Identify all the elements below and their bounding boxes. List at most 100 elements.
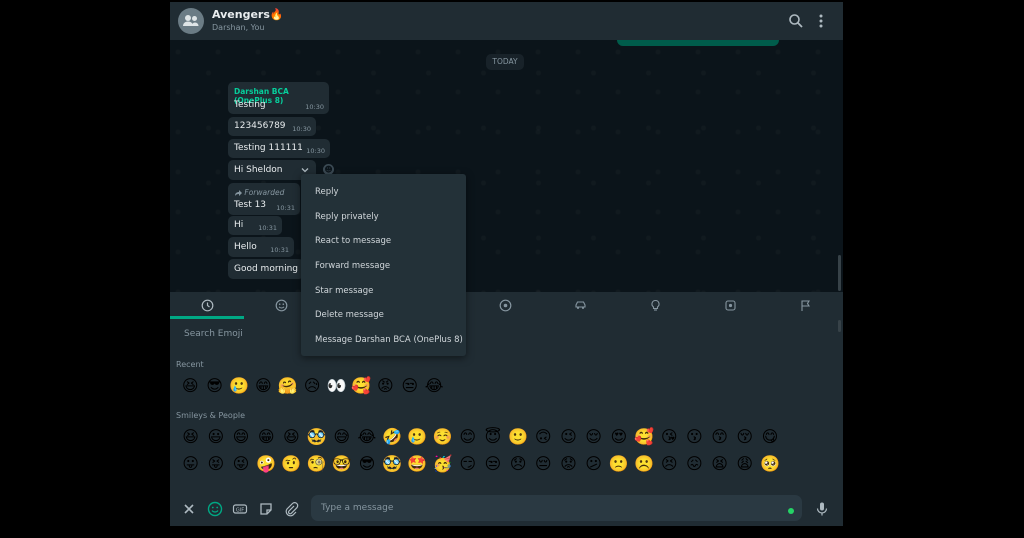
emoji-item[interactable]: 😊 <box>455 427 480 447</box>
emoji-item[interactable]: 😛 <box>178 454 203 474</box>
emoji-item[interactable]: 🥲 <box>405 427 430 447</box>
emoji-item[interactable]: 😖 <box>682 454 707 474</box>
emoji-item[interactable]: 😫 <box>707 454 732 474</box>
emoji-item[interactable]: 😣 <box>657 454 682 474</box>
emoji-item[interactable]: 🥰 <box>631 427 656 447</box>
chat-header[interactable]: Avengers🔥 Darshan, You <box>170 2 843 40</box>
emoji-item[interactable]: 😔 <box>531 454 556 474</box>
close-icon[interactable] <box>181 501 197 517</box>
attach-icon[interactable] <box>283 501 299 517</box>
emoji-item[interactable]: 😎 <box>354 454 379 474</box>
emoji-item[interactable]: 😄 <box>228 427 253 447</box>
emoji-item[interactable]: 😚 <box>732 427 757 447</box>
menu-item-delete[interactable]: Delete message <box>301 303 466 328</box>
emoji-item[interactable]: ☹️ <box>631 454 656 474</box>
emoji-item[interactable]: 😡 <box>373 376 397 396</box>
message-bubble[interactable]: Testing 111111 10:30 <box>228 139 330 158</box>
emoji-item[interactable]: 😁 <box>251 376 275 396</box>
emoji-item[interactable]: 😝 <box>203 454 228 474</box>
emoji-item[interactable]: 😕 <box>581 454 606 474</box>
emoji-item[interactable]: 😂 <box>354 427 379 447</box>
menu-item-forward[interactable]: Forward message <box>301 254 466 279</box>
menu-dots-icon[interactable] <box>815 13 827 29</box>
emoji-item[interactable]: 🤩 <box>405 454 430 474</box>
emoji-item[interactable]: 🤗 <box>276 376 300 396</box>
emoji-item[interactable]: 😍 <box>606 427 631 447</box>
emoji-item[interactable]: 😥 <box>300 376 324 396</box>
emoji-item[interactable]: 😆 <box>178 427 203 447</box>
tab-activity[interactable] <box>468 292 542 318</box>
emoji-item[interactable]: 🥲 <box>227 376 251 396</box>
emoji-item[interactable]: 🥺 <box>757 454 782 474</box>
emoji-item[interactable]: 🤪 <box>254 454 279 474</box>
emoji-item[interactable]: 🥳 <box>430 454 455 474</box>
car-icon <box>574 300 586 309</box>
message-bubble[interactable]: Hi 10:31 <box>228 216 282 235</box>
message-input[interactable]: Type a message <box>311 495 802 521</box>
message-bubble[interactable]: 123456789 10:30 <box>228 117 316 136</box>
emoji-item[interactable]: 🙃 <box>531 427 556 447</box>
message-bubble[interactable]: Hello 10:31 <box>228 237 294 257</box>
chat-scrollbar[interactable] <box>838 255 841 291</box>
emoji-item[interactable]: 😇 <box>480 427 505 447</box>
emoji-item[interactable]: 😆 <box>279 427 304 447</box>
message-bubble[interactable]: Darshan BCA (OnePlus 8) Testing 10:30 <box>228 82 329 114</box>
tab-symbols[interactable] <box>693 292 767 318</box>
smileys-label: Smileys & People <box>176 411 246 420</box>
group-name[interactable]: Avengers🔥 <box>212 8 284 21</box>
emoji-item[interactable]: 🙂 <box>505 427 530 447</box>
emoji-item[interactable]: 🥰 <box>349 376 373 396</box>
tab-recent[interactable] <box>170 292 244 318</box>
menu-item-star[interactable]: Star message <box>301 279 466 304</box>
emoji-item[interactable]: 😁 <box>254 427 279 447</box>
emoji-item[interactable]: 😏 <box>455 454 480 474</box>
menu-item-message-sender[interactable]: Message Darshan BCA (OnePlus 8) <box>301 328 466 353</box>
emoji-item[interactable]: 😎 <box>202 376 226 396</box>
message-bubble[interactable]: Good morning <box>228 259 304 279</box>
menu-item-reply[interactable]: Reply <box>301 180 466 205</box>
emoji-item[interactable]: 😋 <box>757 427 782 447</box>
emoji-item[interactable]: 😘 <box>657 427 682 447</box>
sticker-icon[interactable] <box>258 501 274 517</box>
outgoing-message[interactable]: 10:29 ✓✓ <box>617 40 779 46</box>
emoji-item[interactable]: 🥸 <box>304 427 329 447</box>
emoji-item[interactable]: 😅 <box>329 427 354 447</box>
group-avatar[interactable] <box>178 8 204 34</box>
message-bubble[interactable]: Forwarded Test 13 10:31 <box>228 183 300 215</box>
emoji-item[interactable]: 😆 <box>178 376 202 396</box>
emoji-item[interactable]: 🥸 <box>380 454 405 474</box>
gif-icon[interactable]: GIF <box>232 501 248 517</box>
emoji-icon[interactable] <box>207 501 223 517</box>
emoji-item[interactable]: 😗 <box>682 427 707 447</box>
emoji-item[interactable]: 🤓 <box>329 454 354 474</box>
emoji-item[interactable]: 😂 <box>422 376 446 396</box>
emoji-item[interactable]: 😙 <box>707 427 732 447</box>
search-icon[interactable] <box>788 13 804 29</box>
message-time: 10:31 <box>276 204 295 212</box>
menu-item-reply-privately[interactable]: Reply privately <box>301 205 466 230</box>
chat-area[interactable]: 10:29 ✓✓ TODAY Darshan BCA (OnePlus 8) T… <box>170 40 843 292</box>
emoji-scrollbar[interactable] <box>838 320 841 332</box>
emoji-item[interactable]: 😉 <box>556 427 581 447</box>
emoji-item[interactable]: 🤣 <box>380 427 405 447</box>
emoji-item[interactable]: 😌 <box>581 427 606 447</box>
message-text: Testing 111111 <box>234 143 303 153</box>
emoji-item[interactable]: 😞 <box>505 454 530 474</box>
symbol-icon <box>724 299 736 311</box>
tab-flags[interactable] <box>768 292 842 318</box>
emoji-item[interactable]: 🧐 <box>304 454 329 474</box>
emoji-item[interactable]: 😟 <box>556 454 581 474</box>
emoji-item[interactable]: 😩 <box>732 454 757 474</box>
emoji-item[interactable]: 👀 <box>324 376 348 396</box>
menu-item-react[interactable]: React to message <box>301 229 466 254</box>
emoji-item[interactable]: ☺️ <box>430 427 455 447</box>
tab-travel[interactable] <box>543 292 617 318</box>
emoji-item[interactable]: 😃 <box>203 427 228 447</box>
tab-objects[interactable] <box>618 292 692 318</box>
emoji-item[interactable]: 😒 <box>480 454 505 474</box>
emoji-item[interactable]: 😜 <box>228 454 253 474</box>
microphone-icon[interactable] <box>814 501 830 517</box>
emoji-item[interactable]: 🤨 <box>279 454 304 474</box>
emoji-item[interactable]: 😒 <box>398 376 422 396</box>
emoji-item[interactable]: 🙁 <box>606 454 631 474</box>
